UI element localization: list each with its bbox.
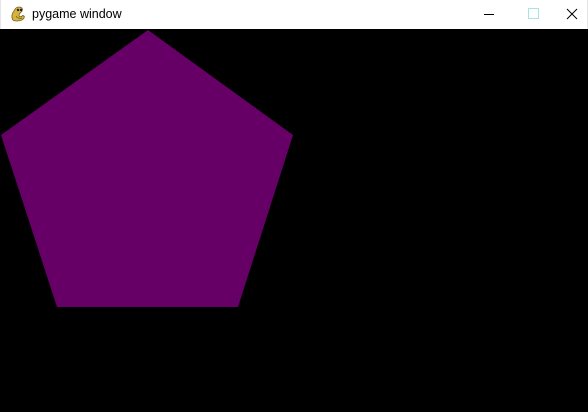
purple-pentagon [1,30,293,307]
close-icon [566,8,578,20]
minimize-icon [484,14,494,15]
maximize-icon [528,8,539,19]
window-title: pygame window [32,7,122,21]
close-button[interactable] [554,0,588,29]
minimize-button[interactable] [466,0,512,29]
title-bar[interactable]: pygame window [0,0,588,29]
pygame-snake-icon [10,5,27,22]
pygame-window: pygame window [0,0,588,412]
canvas-surface [1,30,293,307]
maximize-button[interactable] [510,0,556,29]
game-canvas[interactable] [0,29,588,412]
